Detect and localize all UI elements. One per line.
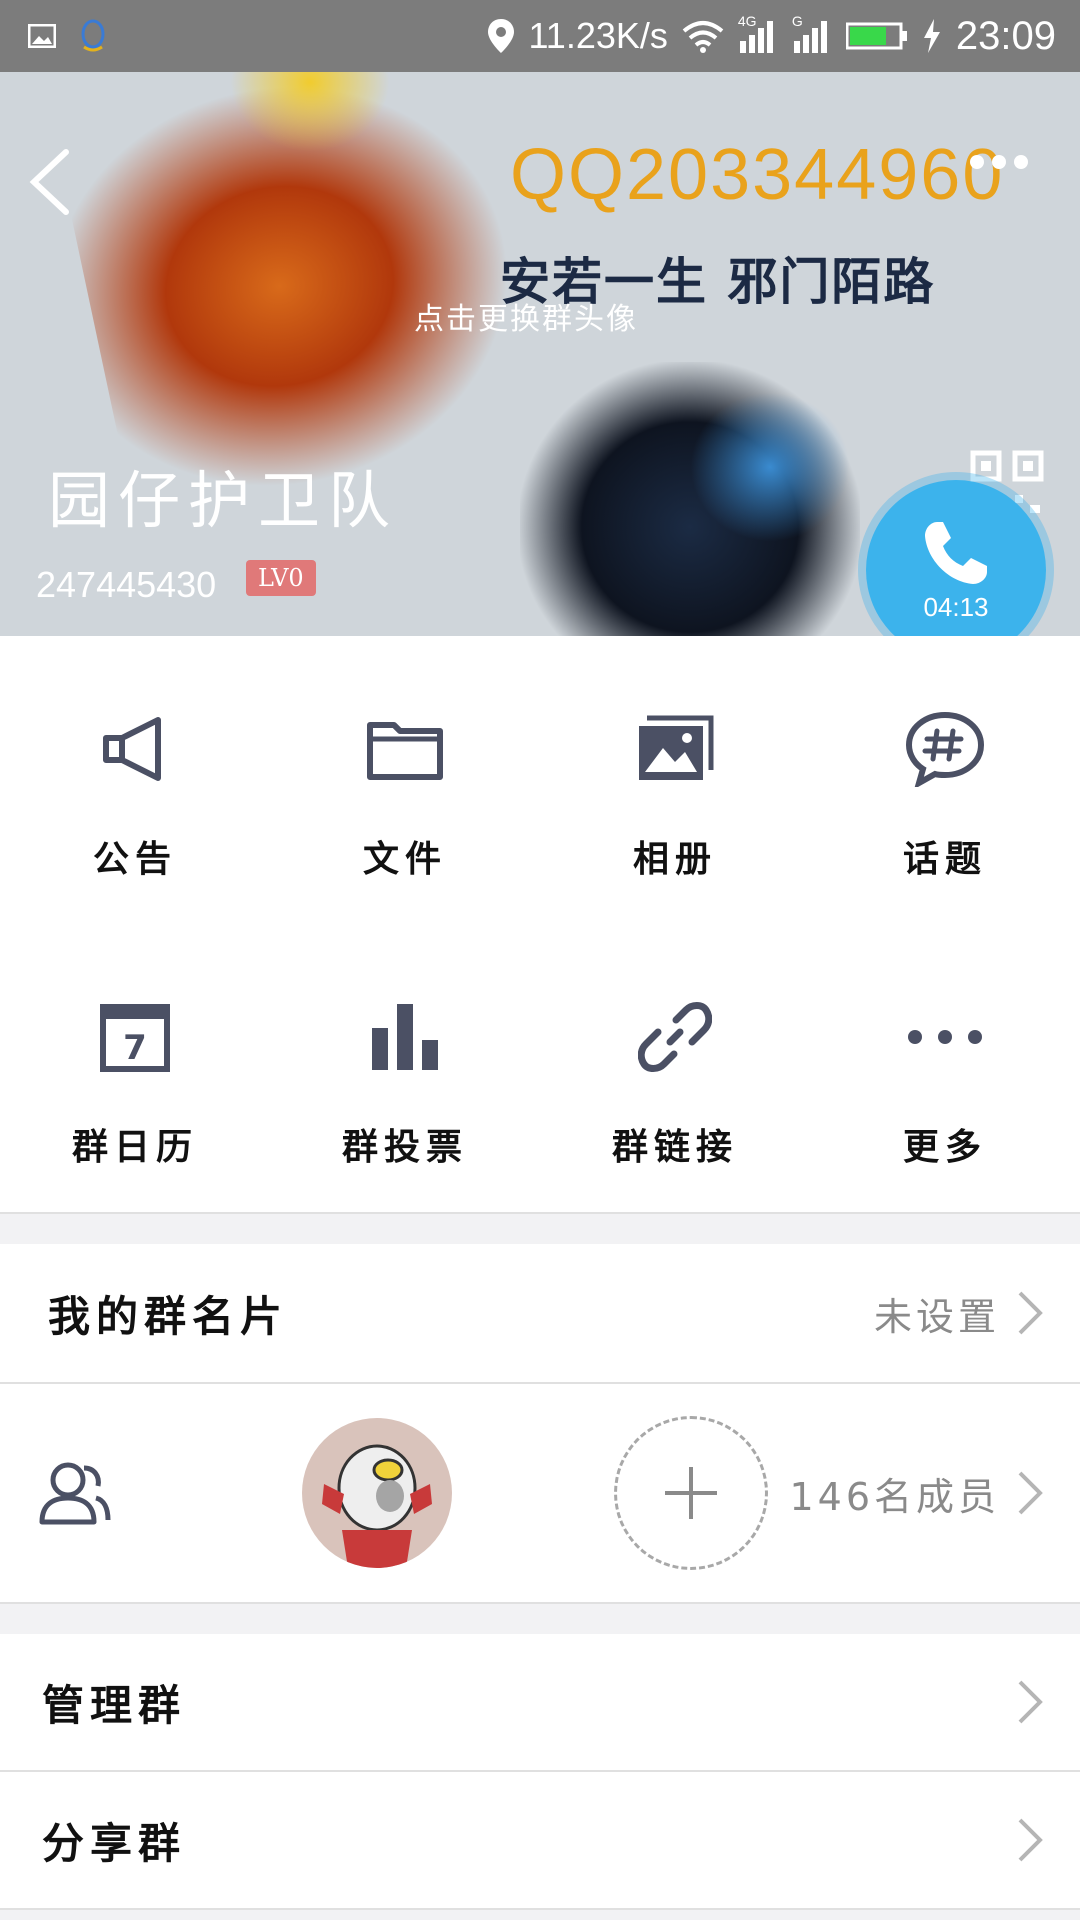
feature-label: 更多: [902, 1127, 987, 1168]
feature-topic[interactable]: 话题: [810, 636, 1080, 924]
dot: [992, 155, 1006, 169]
manage-group-row[interactable]: 管理群: [0, 1634, 1080, 1770]
network-type-label: G: [791, 13, 803, 29]
folder-icon: [367, 722, 443, 780]
wifi-icon: [682, 21, 724, 53]
status-bar: 11.23K/s 4G G 23:09: [0, 0, 1080, 72]
feature-files[interactable]: 文件: [270, 636, 540, 924]
location-icon: [488, 19, 515, 53]
network-speed: 11.23K/s: [528, 15, 668, 56]
banner-art: [230, 72, 390, 152]
megaphone-icon: [103, 717, 161, 781]
charging-icon: [923, 19, 940, 53]
plus-icon: [665, 1467, 717, 1519]
member-avatar[interactable]: [302, 1418, 452, 1568]
back-button[interactable]: [22, 112, 82, 222]
feature-label: 公告: [92, 839, 177, 880]
change-avatar-hint[interactable]: 点击更换群头像: [414, 294, 638, 338]
feature-label: 群日历: [71, 1127, 198, 1168]
group-call-button[interactable]: 04:13: [866, 480, 1046, 660]
dot: [1014, 155, 1028, 169]
signal-g: G: [792, 13, 832, 53]
feature-label: 相册: [632, 839, 717, 880]
chevron-right-icon: [1018, 1818, 1043, 1862]
feature-album[interactable]: 相册: [540, 636, 810, 924]
group-name: 园仔护卫队: [48, 464, 399, 537]
level-badge: LV0: [246, 560, 316, 596]
feature-label: 文件: [362, 839, 447, 880]
chevron-right-icon: [1018, 1291, 1043, 1335]
calendar-day: 7: [123, 1028, 147, 1068]
more-options-button[interactable]: [970, 142, 1050, 182]
link-icon: [638, 1002, 712, 1072]
my-group-card-value: 未设置: [873, 1294, 1000, 1339]
banner-qq-text: QQ203344960: [510, 135, 1005, 215]
signal-4g: 4G: [738, 13, 778, 53]
add-member-button[interactable]: [614, 1416, 768, 1570]
divider: [0, 1212, 1080, 1214]
feature-link[interactable]: 群链接: [540, 924, 810, 1212]
group-id: 247445430: [36, 564, 217, 605]
network-type-label: 4G: [737, 13, 757, 29]
my-group-card-row[interactable]: 我的群名片 未设置: [0, 1244, 1080, 1382]
feature-label: 群链接: [611, 1127, 738, 1168]
qq-notification-icon: [81, 19, 105, 52]
share-group-row[interactable]: 分享群: [0, 1772, 1080, 1908]
feature-more[interactable]: 更多: [810, 924, 1080, 1212]
call-timer: 04:13: [923, 591, 989, 622]
feature-label: 话题: [902, 839, 987, 880]
manage-group-title: 管理群: [42, 1680, 187, 1730]
my-group-card-title: 我的群名片: [48, 1291, 289, 1341]
avatar-illustration: [322, 1444, 432, 1568]
feature-vote[interactable]: 群投票: [270, 924, 540, 1212]
feature-calendar[interactable]: 7 群日历: [0, 924, 270, 1212]
calendar-icon: 7: [100, 1004, 170, 1072]
battery-icon: [845, 22, 907, 50]
vote-icon: [372, 1004, 438, 1070]
feature-label: 群投票: [341, 1127, 468, 1168]
phone-icon: [925, 521, 987, 584]
feature-grid: 公告 文件 相册 话题 7 群日历 群投票 群链接 更多: [0, 636, 1080, 1212]
chevron-right-icon: [1018, 1471, 1043, 1515]
divider: [0, 1908, 1080, 1910]
topic-icon: [905, 711, 985, 787]
members-row[interactable]: 146名成员: [0, 1384, 1080, 1602]
more-icon: [908, 1030, 982, 1044]
dot: [970, 155, 984, 169]
clock: 23:09: [955, 13, 1056, 58]
album-icon: [639, 715, 714, 780]
feature-announcement[interactable]: 公告: [0, 636, 270, 924]
image-notification-icon: [28, 24, 56, 48]
members-icon: [39, 1462, 111, 1525]
divider: [0, 1602, 1080, 1604]
chevron-right-icon: [1018, 1680, 1043, 1724]
member-count: 146名成员: [789, 1474, 1000, 1519]
share-group-title: 分享群: [42, 1818, 187, 1868]
banner-art: [690, 392, 850, 542]
